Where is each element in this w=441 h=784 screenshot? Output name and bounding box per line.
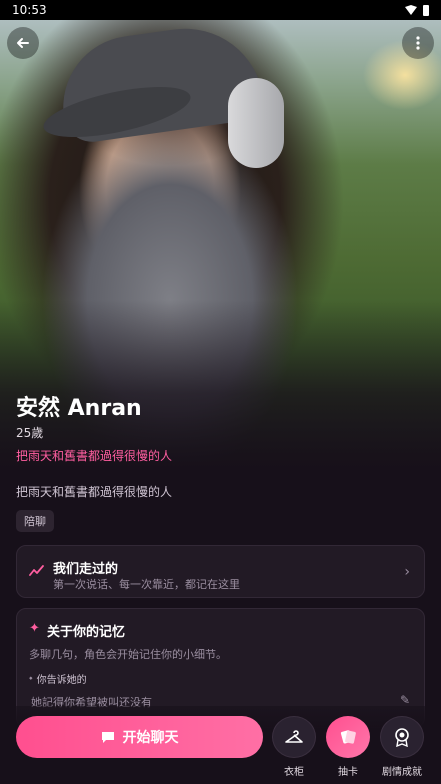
more-button[interactable] (402, 27, 434, 59)
photo-fade (0, 300, 441, 470)
character-description: 把雨天和舊書都過得很慢的人 (16, 485, 173, 499)
draw-card-button[interactable] (326, 716, 370, 758)
trend-icon (29, 565, 44, 576)
character-age: 25歲 (16, 426, 44, 440)
cards-icon (340, 730, 356, 744)
character-tagline: 把雨天和舊書都過得很慢的人 (16, 449, 173, 463)
back-button[interactable] (7, 27, 39, 59)
status-time: 10:53 (12, 3, 47, 17)
sparkle-icon: ✦ (29, 621, 40, 636)
draw-card-label: 抽卡 (338, 767, 358, 778)
journey-card[interactable]: 我们走过的 第一次说话、每一次靠近，都记在这里 › (16, 545, 425, 598)
headphone-shape (228, 78, 284, 168)
character-name: 安然 Anran (16, 396, 142, 421)
edit-icon[interactable]: ✎ (400, 693, 410, 707)
memory-subtitle: 多聊几句，角色会开始记住你的小细节。 (29, 648, 227, 661)
status-bar: 10:53 (0, 0, 441, 20)
memory-section-label: 你告诉她的 (36, 675, 87, 686)
start-chat-button[interactable]: 开始聊天 (16, 716, 263, 758)
achievements-label: 剧情成就 (382, 767, 422, 778)
chat-bubble-icon (101, 731, 114, 743)
chevron-right-icon: › (404, 564, 410, 580)
wardrobe-label: 衣柜 (284, 767, 304, 778)
tag-icon: ⬩ (29, 673, 33, 684)
character-tag: 陪聊 (16, 510, 54, 532)
arrow-left-icon (17, 38, 29, 48)
hanger-icon (285, 730, 303, 743)
memory-title: 关于你的记忆 (47, 625, 126, 640)
badge-icon (395, 728, 409, 747)
achievements-button[interactable] (380, 716, 424, 758)
wifi-icon (405, 5, 417, 15)
journey-title: 我们走过的 (53, 562, 119, 577)
wardrobe-button[interactable] (272, 716, 316, 758)
journey-subtitle: 第一次说话、每一次靠近，都记在这里 (53, 578, 240, 591)
more-vertical-icon (416, 36, 420, 50)
start-chat-label: 开始聊天 (122, 730, 179, 746)
battery-icon (423, 4, 429, 16)
